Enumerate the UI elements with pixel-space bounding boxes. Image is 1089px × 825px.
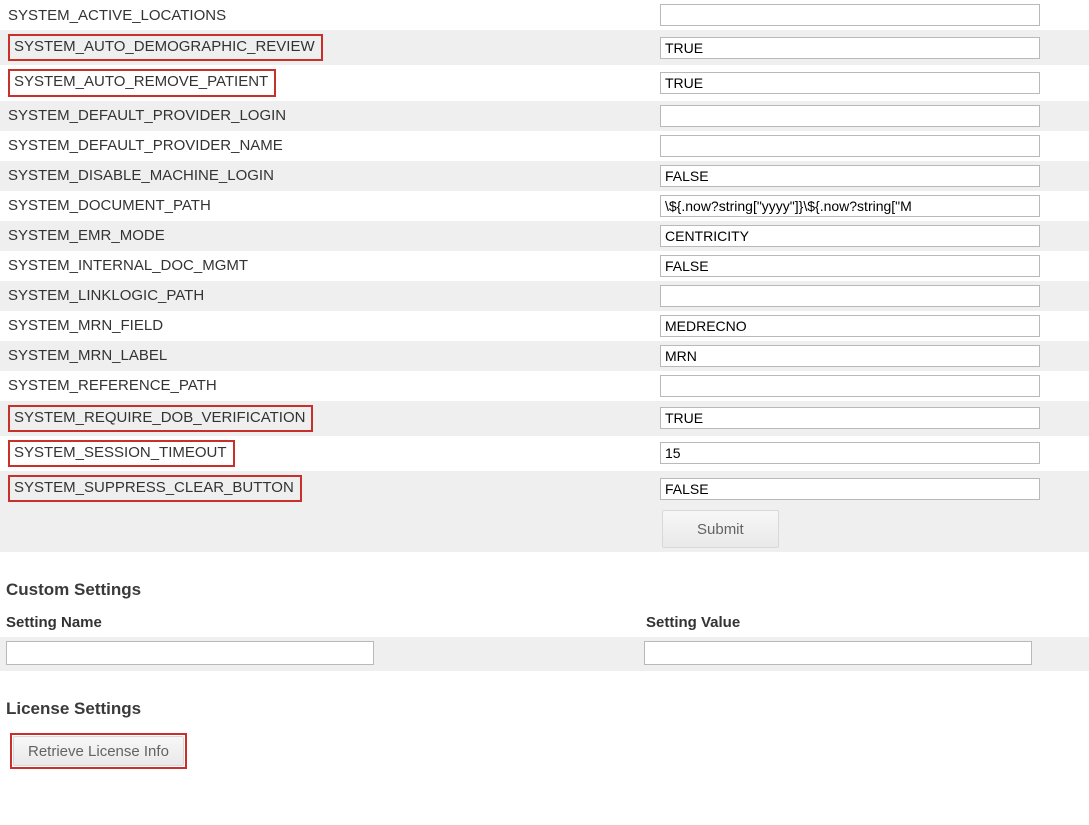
setting-input-cell bbox=[660, 223, 1040, 249]
setting-input[interactable] bbox=[660, 345, 1040, 367]
setting-label-cell: SYSTEM_SESSION_TIMEOUT bbox=[0, 436, 660, 471]
setting-input-cell bbox=[660, 253, 1040, 279]
setting-label-cell: SYSTEM_DEFAULT_PROVIDER_NAME bbox=[0, 133, 660, 158]
setting-row: SYSTEM_DOCUMENT_PATH bbox=[0, 191, 1089, 221]
settings-table: SYSTEM_ACTIVE_LOCATIONS SYSTEM_AUTO_DEMOG… bbox=[0, 0, 1089, 506]
custom-settings-row bbox=[0, 637, 1089, 671]
setting-input[interactable] bbox=[660, 407, 1040, 429]
setting-input[interactable] bbox=[660, 255, 1040, 277]
setting-label-cell: SYSTEM_DOCUMENT_PATH bbox=[0, 193, 660, 218]
setting-input-cell bbox=[660, 133, 1040, 159]
setting-label-cell: SYSTEM_REQUIRE_DOB_VERIFICATION bbox=[0, 401, 660, 436]
setting-input-cell bbox=[660, 70, 1040, 96]
setting-label: SYSTEM_DISABLE_MACHINE_LOGIN bbox=[8, 167, 274, 184]
license-settings-heading: License Settings bbox=[6, 699, 1089, 719]
setting-label: SYSTEM_REQUIRE_DOB_VERIFICATION bbox=[8, 405, 313, 432]
submit-button[interactable]: Submit bbox=[662, 510, 779, 548]
setting-input-cell bbox=[660, 440, 1040, 466]
setting-label: SYSTEM_DEFAULT_PROVIDER_NAME bbox=[8, 137, 283, 154]
setting-row: SYSTEM_MRN_LABEL bbox=[0, 341, 1089, 371]
setting-label: SYSTEM_AUTO_DEMOGRAPHIC_REVIEW bbox=[8, 34, 323, 61]
custom-settings-labels: Setting Name Setting Value bbox=[6, 614, 1089, 637]
setting-row: SYSTEM_EMR_MODE bbox=[0, 221, 1089, 251]
setting-input[interactable] bbox=[660, 442, 1040, 464]
setting-input[interactable] bbox=[660, 315, 1040, 337]
setting-input-cell bbox=[660, 103, 1040, 129]
setting-input[interactable] bbox=[660, 165, 1040, 187]
setting-row: SYSTEM_AUTO_REMOVE_PATIENT bbox=[0, 65, 1089, 100]
setting-input[interactable] bbox=[660, 478, 1040, 500]
setting-label: SYSTEM_ACTIVE_LOCATIONS bbox=[8, 7, 226, 24]
setting-row: SYSTEM_SESSION_TIMEOUT bbox=[0, 436, 1089, 471]
setting-input[interactable] bbox=[660, 72, 1040, 94]
setting-input-cell bbox=[660, 283, 1040, 309]
setting-name-label: Setting Name bbox=[6, 614, 646, 637]
setting-label: SYSTEM_DEFAULT_PROVIDER_LOGIN bbox=[8, 107, 286, 124]
setting-row: SYSTEM_DISABLE_MACHINE_LOGIN bbox=[0, 161, 1089, 191]
submit-row: Submit bbox=[0, 506, 1089, 552]
setting-input-cell bbox=[660, 343, 1040, 369]
setting-row: SYSTEM_AUTO_DEMOGRAPHIC_REVIEW bbox=[0, 30, 1089, 65]
setting-row: SYSTEM_LINKLOGIC_PATH bbox=[0, 281, 1089, 311]
setting-input-cell bbox=[660, 163, 1040, 189]
setting-label-cell: SYSTEM_EMR_MODE bbox=[0, 223, 660, 248]
setting-label: SYSTEM_DOCUMENT_PATH bbox=[8, 197, 211, 214]
setting-label-cell: SYSTEM_LINKLOGIC_PATH bbox=[0, 283, 660, 308]
setting-label: SYSTEM_REFERENCE_PATH bbox=[8, 377, 217, 394]
setting-label: SYSTEM_AUTO_REMOVE_PATIENT bbox=[8, 69, 276, 96]
setting-row: SYSTEM_REFERENCE_PATH bbox=[0, 371, 1089, 401]
setting-row: SYSTEM_ACTIVE_LOCATIONS bbox=[0, 0, 1089, 30]
setting-label-cell: SYSTEM_INTERNAL_DOC_MGMT bbox=[0, 253, 660, 278]
setting-row: SYSTEM_REQUIRE_DOB_VERIFICATION bbox=[0, 401, 1089, 436]
license-button-highlight: Retrieve License Info bbox=[10, 733, 187, 769]
setting-label-cell: SYSTEM_DISABLE_MACHINE_LOGIN bbox=[0, 163, 660, 188]
setting-value-label: Setting Value bbox=[646, 614, 740, 637]
setting-label: SYSTEM_SUPPRESS_CLEAR_BUTTON bbox=[8, 475, 302, 502]
setting-label-cell: SYSTEM_AUTO_REMOVE_PATIENT bbox=[0, 65, 660, 100]
retrieve-license-button[interactable]: Retrieve License Info bbox=[13, 736, 184, 766]
setting-label: SYSTEM_MRN_LABEL bbox=[8, 347, 167, 364]
setting-input-cell bbox=[660, 313, 1040, 339]
setting-input[interactable] bbox=[660, 225, 1040, 247]
setting-name-input[interactable] bbox=[6, 641, 374, 665]
setting-value-input[interactable] bbox=[644, 641, 1032, 665]
setting-input[interactable] bbox=[660, 135, 1040, 157]
setting-row: SYSTEM_SUPPRESS_CLEAR_BUTTON bbox=[0, 471, 1089, 506]
setting-input[interactable] bbox=[660, 105, 1040, 127]
setting-row: SYSTEM_DEFAULT_PROVIDER_NAME bbox=[0, 131, 1089, 161]
setting-label: SYSTEM_SESSION_TIMEOUT bbox=[8, 440, 235, 467]
setting-input[interactable] bbox=[660, 375, 1040, 397]
setting-label-cell: SYSTEM_SUPPRESS_CLEAR_BUTTON bbox=[0, 471, 660, 506]
setting-label: SYSTEM_MRN_FIELD bbox=[8, 317, 163, 334]
setting-input-cell bbox=[660, 476, 1040, 502]
setting-row: SYSTEM_MRN_FIELD bbox=[0, 311, 1089, 341]
setting-row: SYSTEM_DEFAULT_PROVIDER_LOGIN bbox=[0, 101, 1089, 131]
setting-label-cell: SYSTEM_REFERENCE_PATH bbox=[0, 373, 660, 398]
setting-input[interactable] bbox=[660, 195, 1040, 217]
setting-label-cell: SYSTEM_ACTIVE_LOCATIONS bbox=[0, 3, 660, 28]
setting-input[interactable] bbox=[660, 37, 1040, 59]
setting-label: SYSTEM_INTERNAL_DOC_MGMT bbox=[8, 257, 248, 274]
setting-input-cell bbox=[660, 373, 1040, 399]
custom-settings-heading: Custom Settings bbox=[6, 580, 1089, 600]
setting-label-cell: SYSTEM_MRN_LABEL bbox=[0, 343, 660, 368]
setting-input-cell bbox=[660, 193, 1040, 219]
setting-label-cell: SYSTEM_DEFAULT_PROVIDER_LOGIN bbox=[0, 103, 660, 128]
setting-label-cell: SYSTEM_AUTO_DEMOGRAPHIC_REVIEW bbox=[0, 30, 660, 65]
setting-row: SYSTEM_INTERNAL_DOC_MGMT bbox=[0, 251, 1089, 281]
setting-input-cell bbox=[660, 2, 1040, 28]
setting-label: SYSTEM_LINKLOGIC_PATH bbox=[8, 287, 204, 304]
setting-input-cell bbox=[660, 35, 1040, 61]
setting-input[interactable] bbox=[660, 4, 1040, 26]
setting-label-cell: SYSTEM_MRN_FIELD bbox=[0, 313, 660, 338]
setting-label: SYSTEM_EMR_MODE bbox=[8, 227, 165, 244]
setting-input[interactable] bbox=[660, 285, 1040, 307]
setting-input-cell bbox=[660, 405, 1040, 431]
